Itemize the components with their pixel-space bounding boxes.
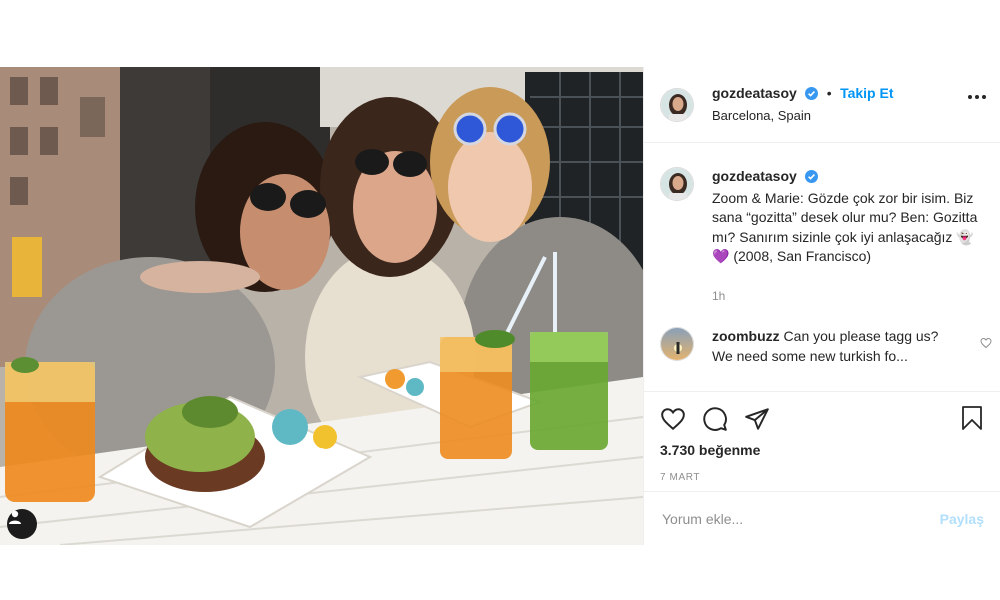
caption: gozdeatasoy Zoom & Marie: Gözde çok zor … bbox=[644, 143, 1000, 306]
post-photo[interactable] bbox=[0, 67, 643, 545]
bookmark-icon[interactable] bbox=[960, 405, 984, 436]
verified-badge-icon bbox=[805, 87, 819, 105]
comments-section: gozdeatasoy Zoom & Marie: Gözde çok zor … bbox=[644, 143, 1000, 391]
comment-like-icon[interactable] bbox=[980, 337, 992, 349]
author-avatar[interactable] bbox=[660, 87, 694, 122]
verified-badge-icon bbox=[804, 169, 818, 189]
comment-icon[interactable] bbox=[702, 406, 728, 432]
comment-input[interactable] bbox=[660, 509, 940, 528]
post-comment-button[interactable]: Paylaş bbox=[940, 511, 984, 527]
post-sidebar: gozdeatasoy • Takip Et Barcelona, Spain bbox=[643, 67, 1000, 545]
caption-time[interactable]: 1h bbox=[712, 287, 984, 307]
comment-item: zoombuzz Can you please tagg us? We need… bbox=[644, 306, 1000, 366]
commenter-username[interactable]: zoombuzz bbox=[712, 328, 780, 344]
user-tags-button[interactable] bbox=[7, 509, 37, 539]
instagram-post: gozdeatasoy • Takip Et Barcelona, Spain bbox=[0, 67, 1000, 545]
user-tag-icon bbox=[9, 510, 21, 524]
follow-button[interactable]: Takip Et bbox=[840, 85, 893, 101]
photo-illustration bbox=[0, 67, 643, 545]
post-location[interactable]: Barcelona, Spain bbox=[712, 107, 894, 125]
more-options-icon[interactable] bbox=[968, 95, 986, 99]
add-comment-bar: Paylaş bbox=[644, 491, 1000, 545]
post-header: gozdeatasoy • Takip Et Barcelona, Spain bbox=[644, 67, 1000, 143]
commenter-avatar[interactable] bbox=[660, 327, 694, 361]
action-bar: 3.730 beğenme 7 MART bbox=[644, 391, 1000, 495]
share-icon[interactable] bbox=[744, 406, 770, 432]
like-count[interactable]: 3.730 beğenme bbox=[660, 442, 984, 458]
heart-icon[interactable] bbox=[660, 406, 686, 432]
author-username[interactable]: gozdeatasoy bbox=[712, 85, 797, 101]
caption-username[interactable]: gozdeatasoy bbox=[712, 168, 797, 184]
post-date[interactable]: 7 MART bbox=[660, 472, 984, 483]
separator-dot: • bbox=[826, 85, 832, 101]
caption-avatar[interactable] bbox=[660, 167, 694, 201]
caption-text: Zoom & Marie: Gözde çok zor bir isim. Bi… bbox=[712, 189, 978, 265]
